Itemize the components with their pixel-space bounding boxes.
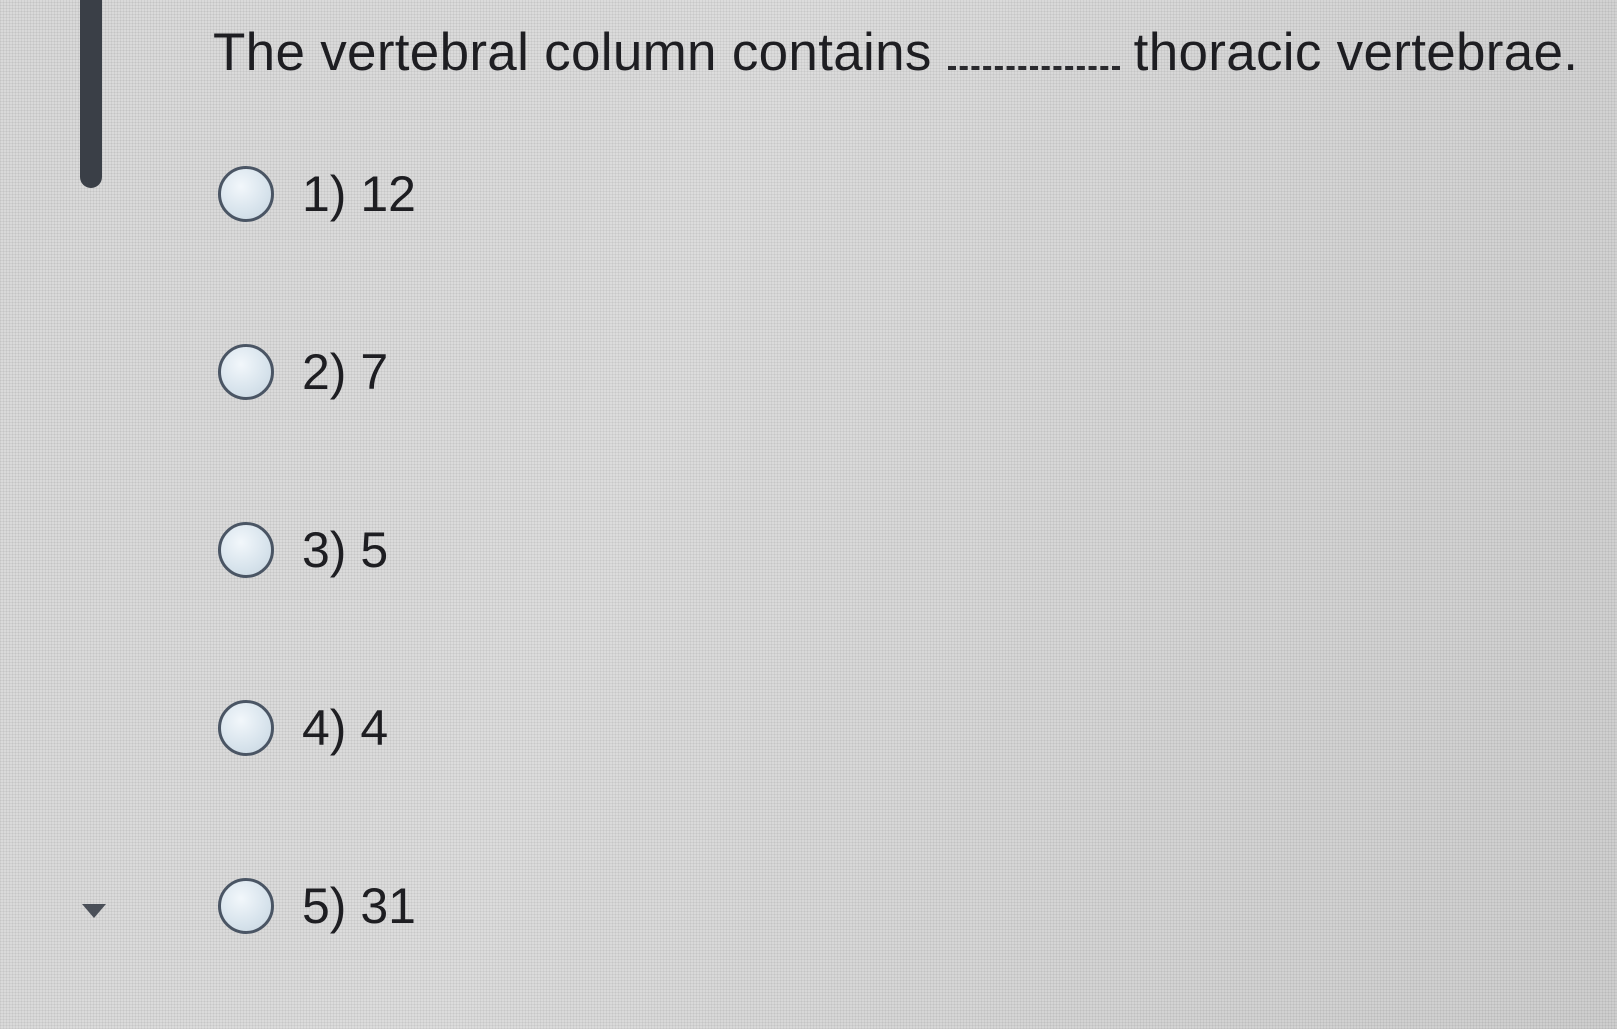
radio-button-icon[interactable] [218, 344, 274, 400]
question-text-before: The vertebral column contains [213, 23, 932, 82]
radio-button-icon[interactable] [218, 166, 274, 222]
question-prompt: The vertebral column contains thoracic ve… [213, 22, 1578, 83]
radio-button-icon[interactable] [218, 700, 274, 756]
option-label: 1) 12 [302, 166, 416, 222]
option-label: 4) 4 [302, 700, 389, 756]
radio-button-icon[interactable] [218, 878, 274, 934]
option-label: 5) 31 [302, 878, 416, 934]
option-5[interactable]: 5) 31 [218, 877, 416, 935]
option-2[interactable]: 2) 7 [218, 343, 388, 401]
question-text-after: thoracic vertebrae. [1133, 23, 1579, 82]
triangle-down-icon[interactable] [82, 904, 106, 918]
radio-button-icon[interactable] [218, 522, 274, 578]
option-label: 2) 7 [302, 344, 389, 400]
option-4[interactable]: 4) 4 [218, 699, 388, 757]
active-question-indicator [80, 0, 102, 188]
answer-blank [947, 26, 1120, 70]
option-label: 3) 5 [302, 522, 389, 578]
option-3[interactable]: 3) 5 [218, 521, 388, 579]
option-1[interactable]: 1) 12 [218, 165, 416, 223]
